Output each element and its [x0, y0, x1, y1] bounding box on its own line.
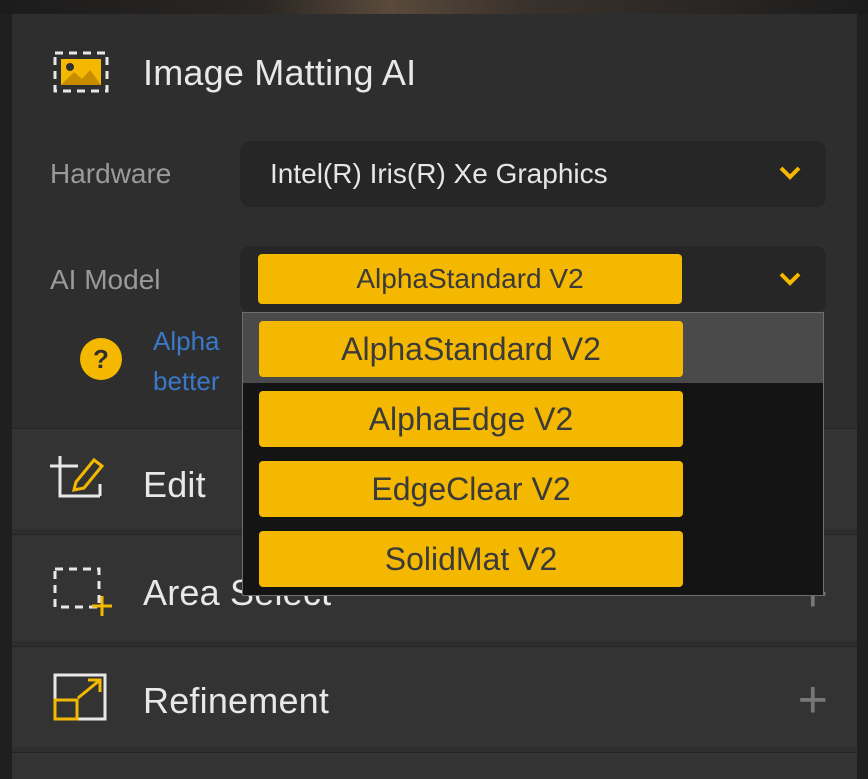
ai-model-select[interactable]: AlphaStandard V2	[240, 246, 826, 312]
help-text-line2[interactable]: better	[153, 366, 220, 397]
background-image-strip	[0, 0, 868, 14]
image-matting-icon	[52, 50, 110, 99]
refinement-title: Refinement	[143, 680, 330, 721]
edit-crop-icon	[48, 452, 110, 513]
hardware-select[interactable]: Intel(R) Iris(R) Xe Graphics	[240, 141, 826, 207]
help-icon[interactable]: ?	[78, 336, 124, 387]
refinement-section[interactable]	[12, 646, 857, 747]
dropdown-option-alphastandard[interactable]: AlphaStandard V2	[259, 321, 683, 377]
ai-model-label: AI Model	[50, 264, 161, 295]
dropdown-option-edgeclear[interactable]: EdgeClear V2	[259, 461, 683, 517]
ai-model-dropdown: AlphaStandard V2 AlphaEdge V2 EdgeClear …	[242, 312, 824, 596]
refinement-icon	[52, 672, 110, 729]
dropdown-option-alphaedge[interactable]: AlphaEdge V2	[259, 391, 683, 447]
chevron-down-icon	[778, 165, 802, 186]
help-glyph: ?	[93, 344, 109, 374]
dropdown-option-solidmat[interactable]: SolidMat V2	[259, 531, 683, 587]
next-section[interactable]	[12, 752, 857, 779]
edit-title: Edit	[143, 464, 206, 505]
image-matting-title: Image Matting AI	[143, 52, 417, 93]
help-text-line1[interactable]: Alpha	[153, 326, 220, 357]
refinement-plus-icon[interactable]: +	[798, 670, 828, 730]
hardware-label: Hardware	[50, 158, 172, 189]
ai-model-value: AlphaStandard V2	[258, 254, 682, 304]
chevron-down-icon	[778, 271, 802, 292]
hardware-value: Intel(R) Iris(R) Xe Graphics	[270, 158, 608, 189]
area-select-icon	[52, 566, 114, 623]
